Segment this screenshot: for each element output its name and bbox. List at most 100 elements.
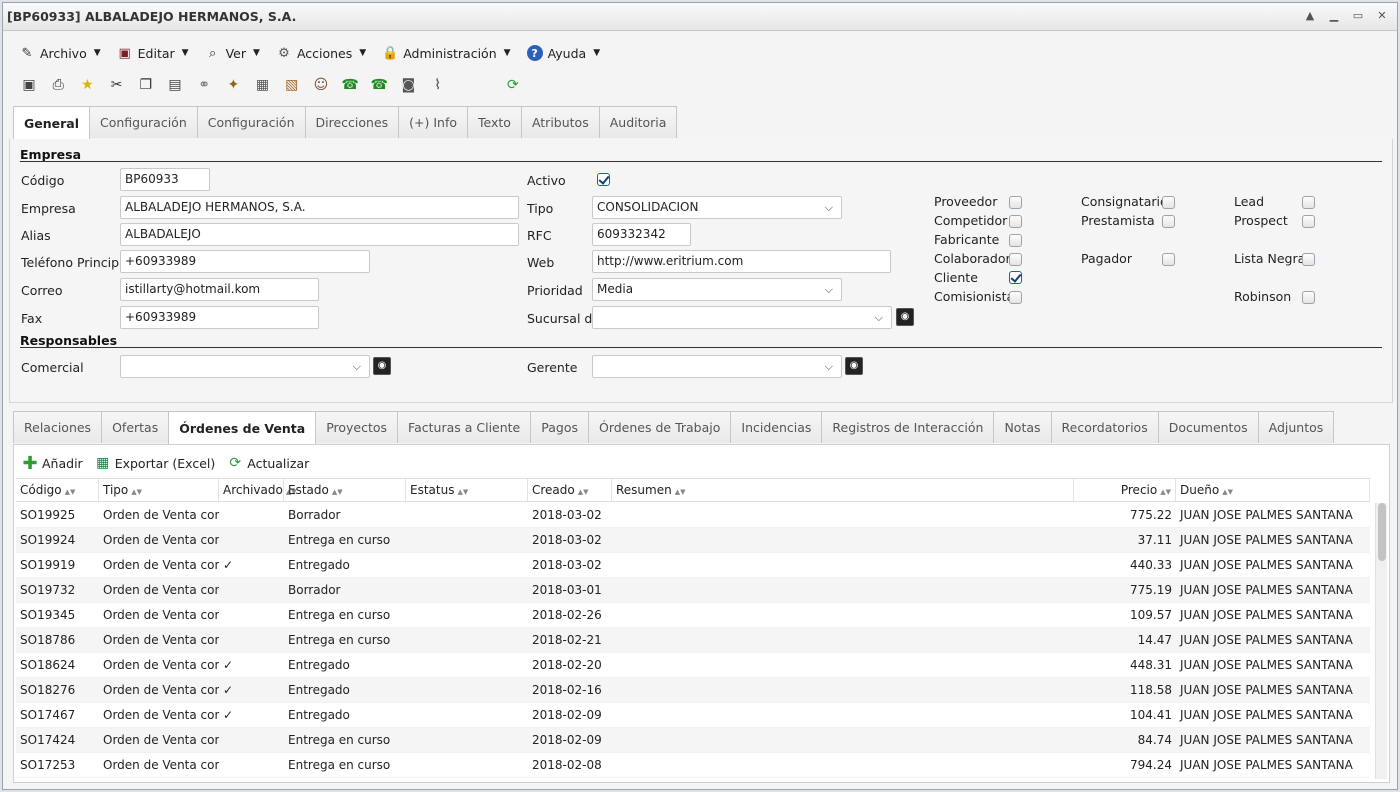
- bottom-tab[interactable]: Registros de Interacción: [821, 411, 995, 443]
- bottom-tab[interactable]: Ofertas: [101, 411, 170, 443]
- column-header[interactable]: Resumen ▲▼: [612, 479, 1074, 502]
- bottom-tab[interactable]: Incidencias: [730, 411, 823, 443]
- copy-icon[interactable]: ❐: [136, 75, 156, 95]
- bottom-tab[interactable]: Adjuntos: [1257, 411, 1335, 443]
- print-icon[interactable]: ⎙: [48, 75, 68, 95]
- sort-icon[interactable]: ▲▼: [1160, 488, 1171, 496]
- column-header[interactable]: Estado ▲▼: [284, 479, 406, 502]
- top-tab[interactable]: Direcciones: [304, 106, 400, 138]
- paste-icon[interactable]: ▤: [165, 75, 185, 95]
- users-icon[interactable]: ☺: [311, 75, 331, 95]
- sucursal-zoom-icon[interactable]: ◉: [896, 308, 914, 326]
- maximize-icon[interactable]: ▭: [1351, 8, 1365, 24]
- bottom-tab[interactable]: Relaciones: [13, 411, 103, 443]
- gerente-select[interactable]: ⌵: [592, 355, 842, 378]
- refresh-button[interactable]: ⟳ Actualizar: [227, 455, 309, 471]
- table-row[interactable]: SO19925 Orden de Venta con P Borrador 2018-…: [16, 503, 1370, 528]
- comercial-zoom-icon[interactable]: ◉: [373, 357, 391, 375]
- fax-field[interactable]: +60933989: [120, 306, 319, 329]
- table-row[interactable]: SO17467 Orden de Venta con P ✓ Entregado 201…: [16, 703, 1370, 728]
- top-tab[interactable]: Configuración: [196, 106, 306, 138]
- comercial-select[interactable]: ⌵: [120, 355, 370, 378]
- fabricante-checkbox[interactable]: [1009, 234, 1022, 247]
- sort-icon[interactable]: ▲▼: [131, 488, 142, 496]
- pagador-checkbox[interactable]: [1162, 253, 1175, 266]
- empresa-field[interactable]: ALBALADEJO HERMANOS, S.A.: [120, 196, 519, 219]
- column-header[interactable]: Precio ▲▼: [1074, 479, 1176, 502]
- consignatario-checkbox[interactable]: [1162, 196, 1175, 209]
- colaborador-checkbox[interactable]: [1009, 253, 1022, 266]
- attach-icon[interactable]: ⌇: [428, 75, 448, 95]
- close-icon[interactable]: ✕: [1375, 8, 1389, 24]
- link-icon[interactable]: ⚭: [194, 75, 214, 95]
- correo-field[interactable]: istillarty@hotmail.kom: [120, 278, 319, 301]
- table-row[interactable]: SO19924 Orden de Venta con P Entrega en cu…: [16, 528, 1370, 553]
- sort-icon[interactable]: ▲▼: [675, 488, 686, 496]
- tipo-select[interactable]: CONSOLIDACION ⌵: [592, 196, 842, 219]
- cliente-checkbox[interactable]: [1009, 271, 1022, 284]
- menu-0[interactable]: ✎ Archivo ▼: [13, 39, 107, 67]
- table-row[interactable]: SO18786 Orden de Venta con P Entrega en cu…: [16, 628, 1370, 653]
- camera-icon[interactable]: ◙: [398, 75, 418, 95]
- proveedor-checkbox[interactable]: [1009, 196, 1022, 209]
- telefono-field[interactable]: +60933989: [120, 250, 370, 273]
- top-tab[interactable]: General: [13, 106, 90, 139]
- gerente-zoom-icon[interactable]: ◉: [845, 357, 863, 375]
- export-excel-button[interactable]: ▦ Exportar (Excel): [95, 455, 215, 471]
- menu-1[interactable]: ▣ Editar ▼: [111, 39, 195, 67]
- rfc-field[interactable]: 609332342: [592, 223, 691, 246]
- comisionista-checkbox[interactable]: [1009, 291, 1022, 304]
- add-button[interactable]: ✚ Añadir: [22, 453, 82, 474]
- prestamista-checkbox[interactable]: [1162, 215, 1175, 228]
- bottom-tab[interactable]: Facturas a Cliente: [397, 411, 532, 443]
- phone-in-icon[interactable]: ☎: [340, 75, 360, 95]
- alias-field[interactable]: ALBADALEJO: [120, 223, 519, 246]
- activo-checkbox[interactable]: [597, 173, 610, 186]
- table-row[interactable]: SO19345 Orden de Venta con P Entrega en cu…: [16, 603, 1370, 628]
- menu-3[interactable]: ⚙ Acciones ▼: [270, 39, 372, 67]
- process-icon[interactable]: ✦: [223, 75, 243, 95]
- bottom-tab[interactable]: Órdenes de Venta: [168, 411, 317, 444]
- refresh-icon[interactable]: ⟳: [503, 75, 523, 95]
- sort-icon[interactable]: ▲▼: [332, 488, 343, 496]
- competidor-checkbox[interactable]: [1009, 215, 1022, 228]
- sort-icon[interactable]: ▲▼: [457, 488, 468, 496]
- column-header[interactable]: Código ▲▼: [16, 479, 99, 502]
- column-header[interactable]: Archivado ▲▼: [219, 479, 297, 502]
- codigo-field[interactable]: BP60933: [120, 168, 210, 191]
- web-field[interactable]: http://www.eritrium.com: [592, 250, 891, 273]
- column-header[interactable]: Creado ▲▼: [528, 479, 612, 502]
- sucursal-select[interactable]: ⌵: [592, 306, 892, 329]
- calculator-icon[interactable]: ▦: [253, 75, 273, 95]
- table-row[interactable]: SO18624 Orden de Venta con P ✓ Entregado 201…: [16, 653, 1370, 678]
- column-header[interactable]: Estatus ▲▼: [406, 479, 528, 502]
- prospect-checkbox[interactable]: [1302, 215, 1315, 228]
- bottom-tab[interactable]: Notas: [993, 411, 1052, 443]
- top-tab[interactable]: Auditoria: [598, 106, 678, 138]
- lead-checkbox[interactable]: [1302, 196, 1315, 209]
- prioridad-select[interactable]: Media ⌵: [592, 278, 842, 301]
- top-tab[interactable]: Texto: [467, 106, 522, 138]
- scrollbar-thumb[interactable]: [1378, 503, 1386, 561]
- bottom-tab[interactable]: Órdenes de Trabajo: [587, 411, 732, 443]
- sort-icon[interactable]: ▲▼: [578, 488, 589, 496]
- vertical-scrollbar[interactable]: [1375, 503, 1387, 779]
- phone-out-icon[interactable]: ☎: [369, 75, 389, 95]
- table-row[interactable]: SO19919 Orden de Venta con P ✓ Entregado 201…: [16, 553, 1370, 578]
- sort-icon[interactable]: ▲▼: [65, 488, 76, 496]
- bottom-tab[interactable]: Recordatorios: [1050, 411, 1159, 443]
- top-tab[interactable]: Configuración: [89, 106, 198, 138]
- menu-4[interactable]: 🔒 Administración ▼: [376, 39, 516, 67]
- sort-icon[interactable]: ▲▼: [1222, 488, 1233, 496]
- minimize-icon[interactable]: ▁: [1327, 8, 1341, 24]
- menu-2[interactable]: ⌕ Ver ▼: [199, 39, 266, 67]
- robinson-checkbox[interactable]: [1302, 291, 1315, 304]
- top-tab[interactable]: Atributos: [520, 106, 600, 138]
- save-icon[interactable]: ▣: [19, 75, 39, 95]
- table-row[interactable]: SO18276 Orden de Venta con P ✓ Entregado 201…: [16, 678, 1370, 703]
- cut-icon[interactable]: ✂: [107, 75, 127, 95]
- table-row[interactable]: SO17424 Orden de Venta con P Entrega en cu…: [16, 728, 1370, 753]
- lista-negra-checkbox[interactable]: [1302, 253, 1315, 266]
- report-icon[interactable]: ▧: [282, 75, 302, 95]
- table-row[interactable]: SO19732 Orden de Venta con P Borrador 2018-…: [16, 578, 1370, 603]
